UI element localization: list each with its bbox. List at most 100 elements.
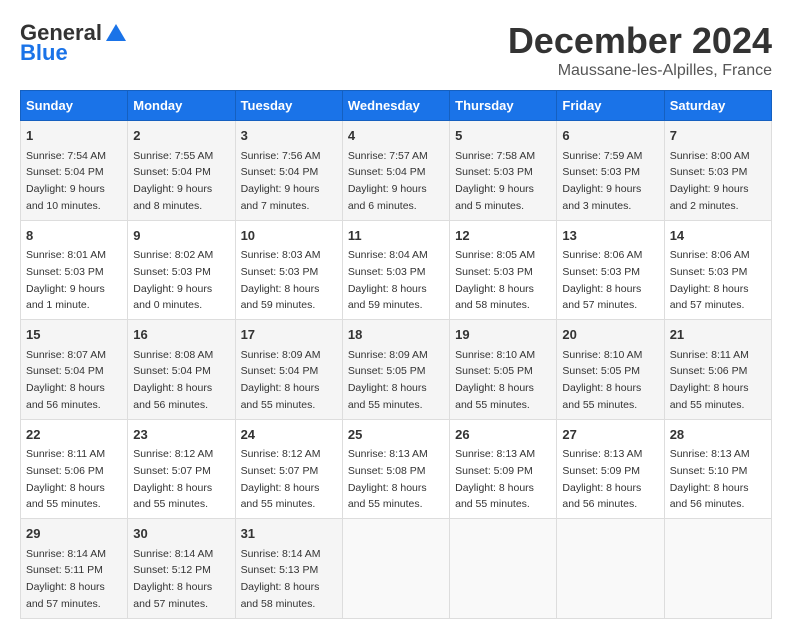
day-number: 17 bbox=[241, 325, 337, 345]
table-row bbox=[342, 519, 449, 619]
day-content: Sunrise: 8:03 AMSunset: 5:03 PMDaylight:… bbox=[241, 249, 321, 311]
calendar-week-row: 15 Sunrise: 8:07 AMSunset: 5:04 PMDayligh… bbox=[21, 320, 772, 420]
table-row bbox=[450, 519, 557, 619]
table-row: 9Sunrise: 8:02 AMSunset: 5:03 PMDaylight… bbox=[128, 220, 235, 320]
day-number: 10 bbox=[241, 226, 337, 246]
calendar-header-row: Sunday Monday Tuesday Wednesday Thursday… bbox=[21, 91, 772, 121]
day-number: 22 bbox=[26, 425, 122, 445]
day-number: 15 bbox=[26, 325, 122, 345]
location-title: Maussane-les-Alpilles, France bbox=[508, 62, 772, 80]
day-content: Sunrise: 8:06 AMSunset: 5:03 PMDaylight:… bbox=[562, 249, 642, 311]
table-row: 14 Sunrise: 8:06 AMSunset: 5:03 PMDayligh… bbox=[664, 220, 771, 320]
day-content: Sunrise: 8:11 AMSunset: 5:06 PMDaylight:… bbox=[670, 349, 749, 411]
col-sunday: Sunday bbox=[21, 91, 128, 121]
table-row: 10 Sunrise: 8:03 AMSunset: 5:03 PMDayligh… bbox=[235, 220, 342, 320]
day-number: 19 bbox=[455, 325, 551, 345]
day-content: Sunrise: 8:14 AMSunset: 5:13 PMDaylight:… bbox=[241, 548, 321, 610]
table-row: 11Sunrise: 8:04 AMSunset: 5:03 PMDayligh… bbox=[342, 220, 449, 320]
day-content: Sunrise: 7:57 AMSunset: 5:04 PMDaylight:… bbox=[348, 150, 428, 212]
table-row: 12Sunrise: 8:05 AMSunset: 5:03 PMDayligh… bbox=[450, 220, 557, 320]
day-content: Sunrise: 8:08 AMSunset: 5:04 PMDaylight:… bbox=[133, 349, 213, 411]
day-content: Sunrise: 7:55 AMSunset: 5:04 PMDaylight:… bbox=[133, 150, 213, 212]
day-number: 4 bbox=[348, 126, 444, 146]
day-number: 13 bbox=[562, 226, 658, 246]
day-content: Sunrise: 8:12 AMSunset: 5:07 PMDaylight:… bbox=[133, 448, 213, 510]
table-row: 28Sunrise: 8:13 AMSunset: 5:10 PMDayligh… bbox=[664, 419, 771, 519]
day-number: 8 bbox=[26, 226, 122, 246]
table-row bbox=[664, 519, 771, 619]
table-row: 2 Sunrise: 7:55 AMSunset: 5:04 PMDaylight… bbox=[128, 121, 235, 221]
table-row: 21 Sunrise: 8:11 AMSunset: 5:06 PMDayligh… bbox=[664, 320, 771, 420]
table-row bbox=[557, 519, 664, 619]
col-monday: Monday bbox=[128, 91, 235, 121]
table-row: 31Sunrise: 8:14 AMSunset: 5:13 PMDayligh… bbox=[235, 519, 342, 619]
day-content: Sunrise: 8:13 AMSunset: 5:09 PMDaylight:… bbox=[562, 448, 642, 510]
day-number: 23 bbox=[133, 425, 229, 445]
calendar-table: Sunday Monday Tuesday Wednesday Thursday… bbox=[20, 90, 772, 619]
day-number: 5 bbox=[455, 126, 551, 146]
table-row: 20 Sunrise: 8:10 AMSunset: 5:05 PMDayligh… bbox=[557, 320, 664, 420]
day-content: Sunrise: 8:14 AMSunset: 5:11 PMDaylight:… bbox=[26, 548, 106, 610]
day-content: Sunrise: 8:05 AMSunset: 5:03 PMDaylight:… bbox=[455, 249, 535, 311]
calendar-week-row: 8 Sunrise: 8:01 AMSunset: 5:03 PMDaylight… bbox=[21, 220, 772, 320]
day-number: 29 bbox=[26, 524, 122, 544]
table-row: 27Sunrise: 8:13 AMSunset: 5:09 PMDayligh… bbox=[557, 419, 664, 519]
day-number: 30 bbox=[133, 524, 229, 544]
day-content: Sunrise: 8:02 AMSunset: 5:03 PMDaylight:… bbox=[133, 249, 213, 311]
day-number: 6 bbox=[562, 126, 658, 146]
table-row: 19 Sunrise: 8:10 AMSunset: 5:05 PMDayligh… bbox=[450, 320, 557, 420]
table-row: 7Sunrise: 8:00 AMSunset: 5:03 PMDaylight… bbox=[664, 121, 771, 221]
col-thursday: Thursday bbox=[450, 91, 557, 121]
day-number: 24 bbox=[241, 425, 337, 445]
table-row: 22Sunrise: 8:11 AMSunset: 5:06 PMDayligh… bbox=[21, 419, 128, 519]
day-content: Sunrise: 8:12 AMSunset: 5:07 PMDaylight:… bbox=[241, 448, 321, 510]
header: General Blue December 2024 Maussane-les-… bbox=[20, 20, 772, 80]
calendar-week-row: 29 Sunrise: 8:14 AMSunset: 5:11 PMDayligh… bbox=[21, 519, 772, 619]
day-content: Sunrise: 7:56 AMSunset: 5:04 PMDaylight:… bbox=[241, 150, 321, 212]
day-content: Sunrise: 8:14 AMSunset: 5:12 PMDaylight:… bbox=[133, 548, 213, 610]
day-content: Sunrise: 8:04 AMSunset: 5:03 PMDaylight:… bbox=[348, 249, 428, 311]
logo-blue-text: Blue bbox=[20, 40, 68, 66]
day-content: Sunrise: 8:07 AMSunset: 5:04 PMDaylight:… bbox=[26, 349, 106, 411]
logo: General Blue bbox=[20, 20, 128, 66]
day-content: Sunrise: 8:00 AMSunset: 5:03 PMDaylight:… bbox=[670, 150, 750, 212]
day-content: Sunrise: 7:54 AMSunset: 5:04 PMDaylight:… bbox=[26, 150, 106, 212]
day-number: 21 bbox=[670, 325, 766, 345]
table-row: 16 Sunrise: 8:08 AMSunset: 5:04 PMDayligh… bbox=[128, 320, 235, 420]
table-row: 1 Sunrise: 7:54 AMSunset: 5:04 PMDaylight… bbox=[21, 121, 128, 221]
day-content: Sunrise: 8:10 AMSunset: 5:05 PMDaylight:… bbox=[562, 349, 642, 411]
table-row: 13 Sunrise: 8:06 AMSunset: 5:03 PMDayligh… bbox=[557, 220, 664, 320]
day-number: 26 bbox=[455, 425, 551, 445]
day-number: 25 bbox=[348, 425, 444, 445]
table-row: 6 Sunrise: 7:59 AMSunset: 5:03 PMDaylight… bbox=[557, 121, 664, 221]
table-row: 29 Sunrise: 8:14 AMSunset: 5:11 PMDayligh… bbox=[21, 519, 128, 619]
day-number: 1 bbox=[26, 126, 122, 146]
col-wednesday: Wednesday bbox=[342, 91, 449, 121]
day-content: Sunrise: 8:10 AMSunset: 5:05 PMDaylight:… bbox=[455, 349, 535, 411]
table-row: 8 Sunrise: 8:01 AMSunset: 5:03 PMDaylight… bbox=[21, 220, 128, 320]
calendar-week-row: 22Sunrise: 8:11 AMSunset: 5:06 PMDayligh… bbox=[21, 419, 772, 519]
col-friday: Friday bbox=[557, 91, 664, 121]
table-row: 4 Sunrise: 7:57 AMSunset: 5:04 PMDaylight… bbox=[342, 121, 449, 221]
day-number: 16 bbox=[133, 325, 229, 345]
day-content: Sunrise: 8:06 AMSunset: 5:03 PMDaylight:… bbox=[670, 249, 750, 311]
table-row: 18Sunrise: 8:09 AMSunset: 5:05 PMDayligh… bbox=[342, 320, 449, 420]
day-content: Sunrise: 7:59 AMSunset: 5:03 PMDaylight:… bbox=[562, 150, 642, 212]
table-row: 25Sunrise: 8:13 AMSunset: 5:08 PMDayligh… bbox=[342, 419, 449, 519]
day-content: Sunrise: 8:13 AMSunset: 5:09 PMDaylight:… bbox=[455, 448, 535, 510]
day-number: 3 bbox=[241, 126, 337, 146]
table-row: 26 Sunrise: 8:13 AMSunset: 5:09 PMDayligh… bbox=[450, 419, 557, 519]
day-content: Sunrise: 7:58 AMSunset: 5:03 PMDaylight:… bbox=[455, 150, 535, 212]
day-number: 2 bbox=[133, 126, 229, 146]
table-row: 17Sunrise: 8:09 AMSunset: 5:04 PMDayligh… bbox=[235, 320, 342, 420]
day-number: 20 bbox=[562, 325, 658, 345]
table-row: 24 Sunrise: 8:12 AMSunset: 5:07 PMDayligh… bbox=[235, 419, 342, 519]
day-content: Sunrise: 8:13 AMSunset: 5:10 PMDaylight:… bbox=[670, 448, 750, 510]
day-content: Sunrise: 8:01 AMSunset: 5:03 PMDaylight:… bbox=[26, 249, 106, 311]
table-row: 15 Sunrise: 8:07 AMSunset: 5:04 PMDayligh… bbox=[21, 320, 128, 420]
table-row: 30 Sunrise: 8:14 AMSunset: 5:12 PMDayligh… bbox=[128, 519, 235, 619]
day-number: 14 bbox=[670, 226, 766, 246]
month-title: December 2024 bbox=[508, 20, 772, 62]
calendar-week-row: 1 Sunrise: 7:54 AMSunset: 5:04 PMDaylight… bbox=[21, 121, 772, 221]
col-tuesday: Tuesday bbox=[235, 91, 342, 121]
